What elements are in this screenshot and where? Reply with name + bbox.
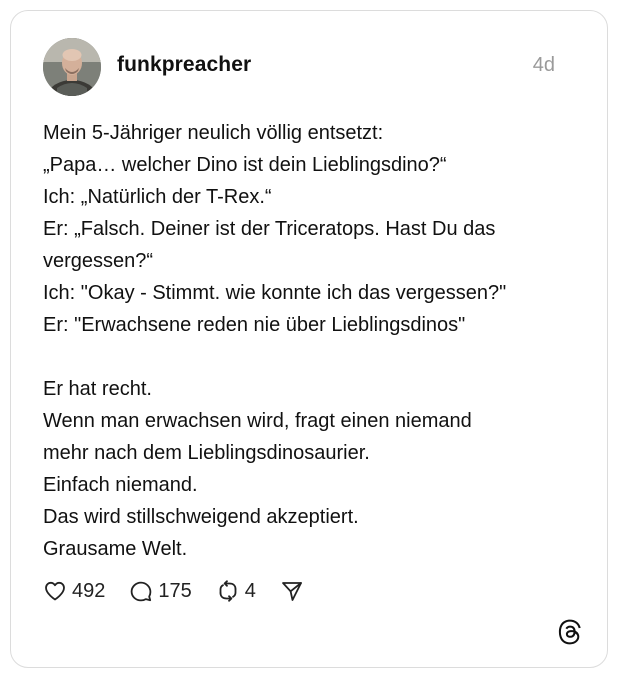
- threads-logo-icon: [557, 619, 583, 645]
- post-line: Grausame Welt.: [43, 538, 188, 560]
- username[interactable]: funkpreacher: [117, 53, 251, 77]
- comment-bubble-icon: [129, 579, 153, 603]
- comment-count: 175: [158, 579, 192, 602]
- repost-icon: [216, 579, 240, 603]
- post-body: Mein 5-Jähriger neulich völlig entsetzt:…: [43, 117, 583, 565]
- action-bar: 492 175 4: [43, 576, 328, 606]
- post-line: mehr nach dem Lieblingsdinosaurier.: [43, 442, 370, 464]
- like-button[interactable]: 492: [43, 579, 105, 603]
- post-line: Er: „Falsch. Deiner ist der Triceratops.…: [43, 218, 496, 240]
- comment-button[interactable]: 175: [129, 579, 192, 603]
- post-line: „Papa… welcher Dino ist dein Lieblingsdi…: [43, 154, 447, 176]
- post-line: Wenn man erwachsen wird, fragt einen nie…: [43, 410, 472, 432]
- share-button[interactable]: [280, 579, 304, 603]
- heart-icon: [43, 579, 67, 603]
- send-icon: [280, 579, 304, 603]
- post-line: Er: "Erwachsene reden nie über Lieblings…: [43, 314, 466, 336]
- post-line: Ich: "Okay - Stimmt. wie konnte ich das …: [43, 282, 507, 304]
- post-line: vergessen?“: [43, 250, 154, 272]
- post-line: Ich: „Natürlich der T-Rex.“: [43, 186, 272, 208]
- post-line: Mein 5-Jähriger neulich völlig entsetzt:: [43, 122, 384, 144]
- post-line: Er hat recht.: [43, 378, 152, 400]
- avatar[interactable]: [43, 38, 101, 96]
- post-line: Einfach niemand.: [43, 474, 198, 496]
- post-header: funkpreacher 4d: [43, 38, 555, 98]
- post-line: Das wird stillschweigend akzeptiert.: [43, 506, 359, 528]
- post-line-blank: [43, 341, 583, 373]
- like-count: 492: [72, 579, 106, 602]
- post-timestamp: 4d: [532, 54, 555, 76]
- repost-button[interactable]: 4: [216, 579, 256, 603]
- repost-count: 4: [244, 579, 256, 602]
- post-card: funkpreacher 4d Mein 5-Jähriger neulich …: [10, 10, 608, 668]
